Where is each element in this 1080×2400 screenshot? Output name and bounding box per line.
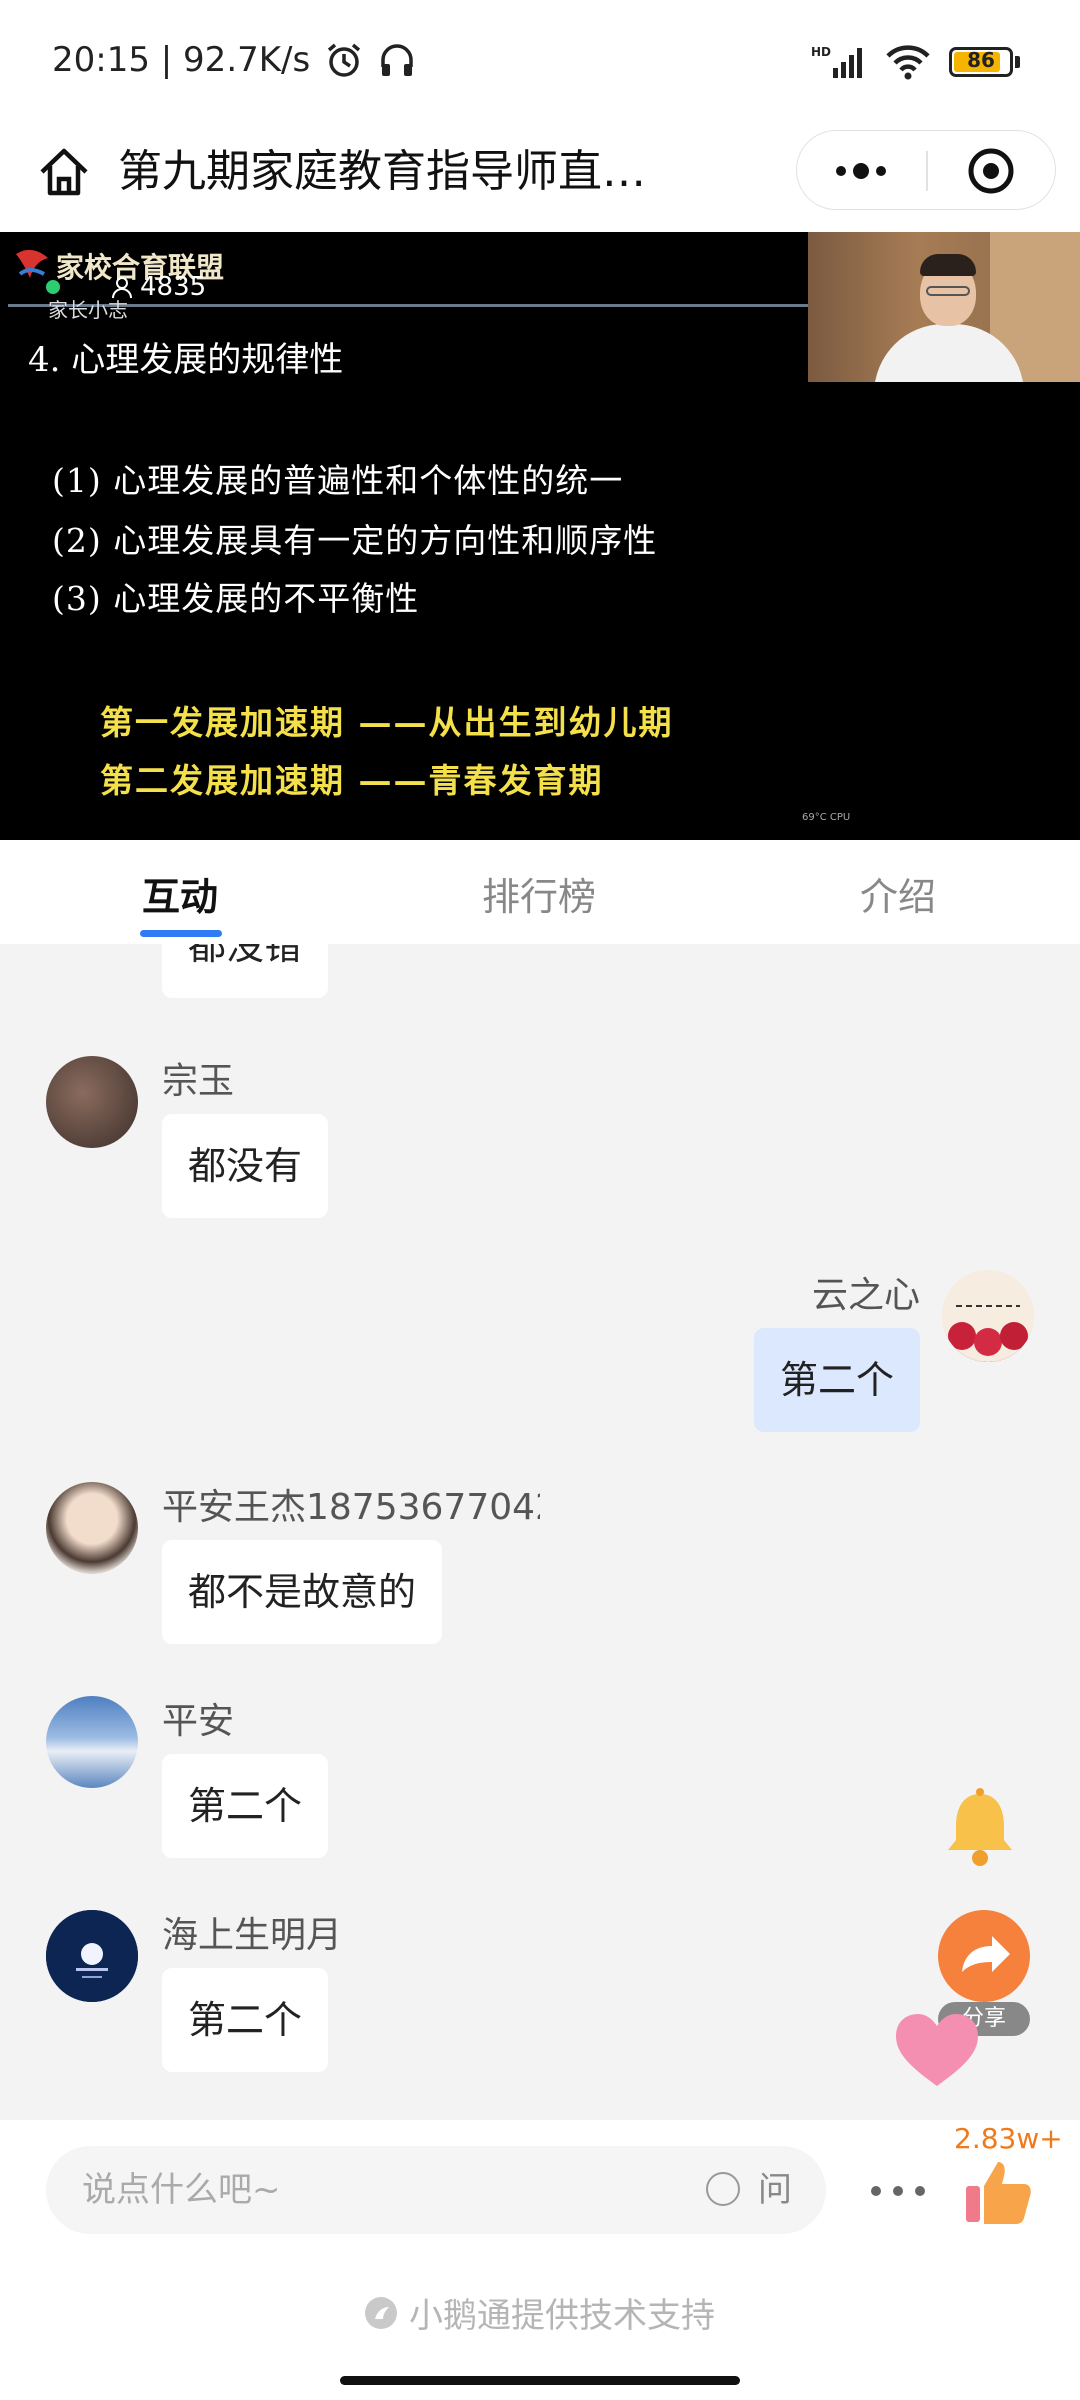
chat-bubble: 都没有: [162, 1114, 329, 1218]
headphones-icon: [381, 44, 413, 76]
viewer-count-value: 4835: [140, 272, 207, 302]
share-arrow-icon: [962, 1936, 1010, 1972]
chat-username: 平安王杰18753677042: [162, 1487, 540, 1528]
viewer-count: 4835: [110, 272, 206, 302]
chat-bubble: 第二个: [162, 1754, 329, 1858]
slide-heading: 4. 心理发展的规律性: [28, 340, 344, 380]
avatar[interactable]: [46, 1696, 138, 1788]
bottom-bar: 说点什么吧~ 问 2.83w+ 小鹅通提供技术支持: [0, 2120, 1080, 2400]
chat-list[interactable]: 都没错 宗玉 都没有 云之心 第二个 平安王杰18753677042 都不是故意…: [0, 944, 1080, 2120]
nav-bar: 第九期家庭教育指导师直…: [0, 130, 1080, 232]
wifi-icon: [886, 45, 930, 80]
network-label: HD: [811, 45, 831, 59]
slide-point: (3) 心理发展的不平衡性: [52, 579, 420, 618]
page-title: 第九期家庭教育指导师直…: [118, 146, 646, 197]
avatar[interactable]: [46, 1056, 138, 1148]
chat-username: 海上生明月: [162, 1915, 343, 1956]
alarm-icon: [328, 43, 361, 77]
slide-highlight: 第二发展加速期 ——青春发育期: [100, 761, 604, 800]
more-options-icon[interactable]: [868, 2170, 928, 2210]
battery-percent: 86: [967, 48, 995, 72]
heart-icon: [896, 2014, 978, 2086]
status-bar: 20:15 | 92.7K/s HD 86: [0, 0, 1080, 130]
cpu-label: 69°C CPU: [802, 812, 851, 823]
mini-program-capsule: [796, 130, 1056, 210]
presenter-camera: [808, 232, 1080, 382]
input-placeholder: 说点什么吧~: [82, 2170, 281, 2210]
avatar[interactable]: [46, 1482, 138, 1574]
avatar[interactable]: [942, 1270, 1034, 1362]
avatar[interactable]: [46, 1910, 138, 2002]
more-dots-icon: [836, 163, 886, 179]
tab-intro[interactable]: 介绍: [860, 866, 936, 921]
xiaoe-logo-shape: [375, 2306, 389, 2319]
avatar-image: [942, 1270, 1034, 1362]
status-right: HD 86: [811, 44, 1020, 80]
signal-icon: HD: [811, 45, 862, 78]
tab-interaction[interactable]: 互动: [142, 866, 218, 921]
thumbs-up-icon[interactable]: [962, 2156, 1034, 2228]
status-left: 20:15 | 92.7K/s: [52, 40, 416, 80]
chat-username: 云之心: [811, 1275, 920, 1316]
tech-support-footer: 小鹅通提供技术支持: [0, 2288, 1080, 2337]
chat-bubble: 都没错: [162, 944, 329, 998]
slide-point: (2) 心理发展具有一定的方向性和顺序性: [52, 521, 658, 560]
presenter-glasses: [926, 286, 970, 296]
tab-ranking[interactable]: 排行榜: [482, 866, 596, 921]
live-video[interactable]: 家校合育联盟 家长小志 4835 4. 心理发展的规律性 (1) 心理发展的普遍…: [0, 232, 1080, 840]
slide-highlight: 第一发展加速期 ——从出生到幼儿期: [100, 703, 674, 742]
comment-input[interactable]: 说点什么吧~ 问: [46, 2146, 826, 2234]
active-tab-indicator: [140, 930, 222, 937]
chat-bubble-mine: 第二个: [753, 1328, 920, 1432]
chat-username: 平安: [162, 1701, 235, 1742]
support-text: 小鹅通提供技术支持: [409, 2296, 715, 2336]
logo-divider: [8, 304, 808, 307]
tab-bar: 互动 排行榜 介绍: [0, 840, 1080, 944]
bell-icon[interactable]: [942, 1786, 1018, 1870]
status-time-speed: 20:15 | 92.7K/s: [52, 40, 311, 80]
more-button[interactable]: [797, 131, 926, 211]
battery-icon: 86: [949, 47, 1013, 77]
chat-bubble: 都不是故意的: [162, 1540, 443, 1644]
avatar-image: [46, 1910, 138, 2002]
target-close-icon: [968, 148, 1014, 194]
like-count: 2.83w+: [954, 2122, 1063, 2155]
home-icon[interactable]: [34, 142, 94, 202]
xiaoe-logo-icon: [365, 2296, 397, 2329]
close-button[interactable]: [927, 131, 1055, 211]
chat-bubble: 第二个: [162, 1968, 329, 2072]
ask-label[interactable]: 问: [758, 2146, 792, 2234]
presenter-hair: [920, 254, 976, 276]
live-indicator: [46, 280, 60, 294]
ellipsis-icon: [871, 2186, 925, 2196]
battery-indicator: 86: [949, 47, 1020, 77]
slide-point: (1) 心理发展的普遍性和个体性的统一: [52, 461, 624, 500]
share-button[interactable]: [938, 1910, 1030, 2002]
user-icon: [112, 277, 132, 299]
battery-tip: [1015, 56, 1020, 68]
ask-toggle-icon[interactable]: [706, 2172, 740, 2206]
chat-username: 宗玉: [162, 1061, 235, 1102]
home-indicator[interactable]: [340, 2376, 740, 2385]
